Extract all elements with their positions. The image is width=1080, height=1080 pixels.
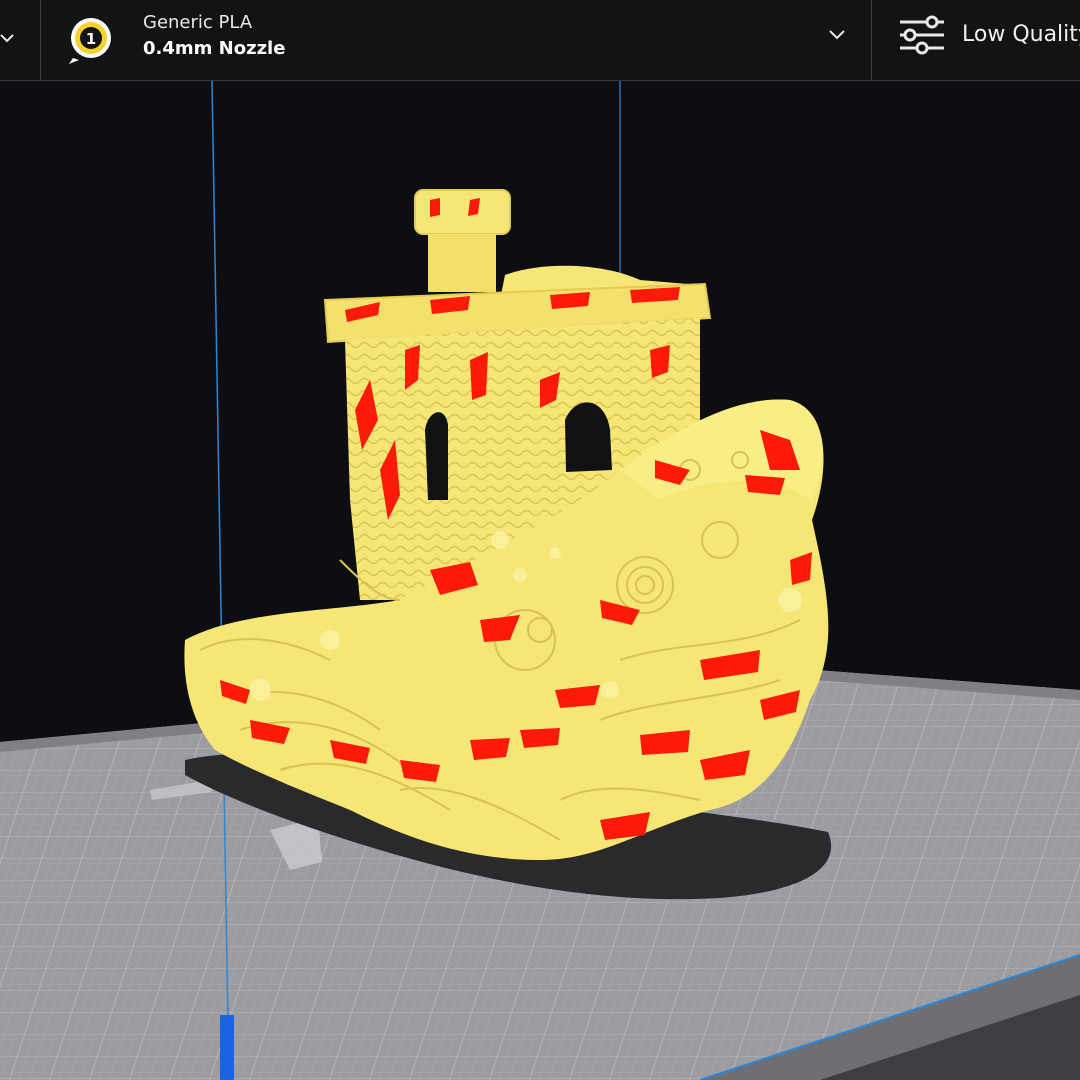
extruder-index: 1 [86, 30, 96, 48]
scene [0, 81, 1080, 1080]
chevron-down-icon [829, 30, 845, 40]
printer-selector[interactable] [0, 0, 41, 80]
nozzle-size: 0.4mm Nozzle [143, 38, 286, 59]
print-quality-label: Low Quality [962, 22, 1080, 47]
extruder-badge-icon: 1 [69, 18, 111, 64]
print-settings-selector[interactable]: Low Quality [872, 0, 1080, 80]
material-name: Generic PLA [143, 12, 253, 33]
3d-viewport[interactable] [0, 81, 1080, 1080]
3d-model-benchy[interactable] [184, 189, 829, 860]
extruder-material-selector[interactable]: 1 Generic PLA 0.4mm Nozzle [41, 0, 872, 80]
chevron-down-icon [0, 34, 14, 43]
z-axis-marker [220, 1015, 234, 1080]
sliders-icon [900, 15, 944, 55]
top-toolbar: 1 Generic PLA 0.4mm Nozzle Low Quality [0, 0, 1080, 81]
